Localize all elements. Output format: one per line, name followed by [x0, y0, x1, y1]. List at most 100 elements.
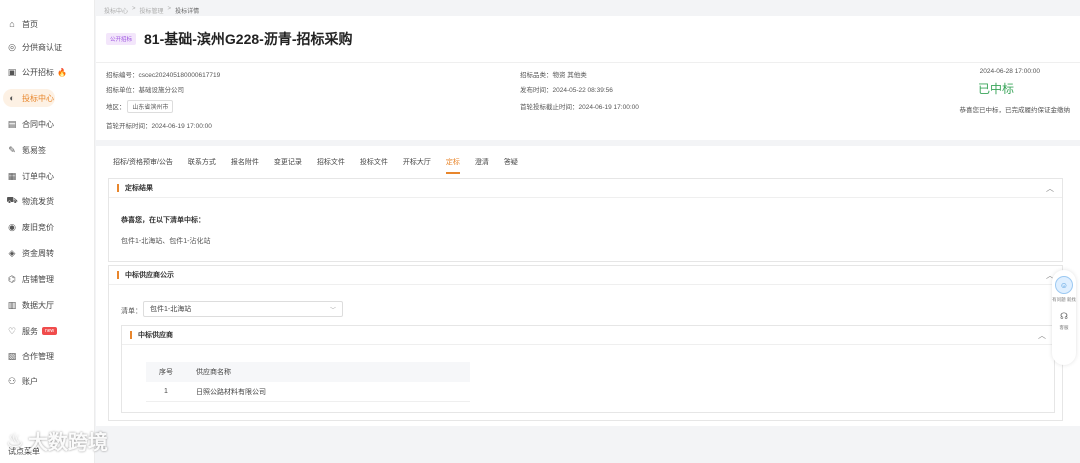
assistant-avatar-icon[interactable]: ☺ [1055, 276, 1073, 294]
sidebar-item-label: 氪易签 [22, 145, 46, 155]
tender-type-tag: 公开招标 [106, 33, 137, 45]
help-text: 客服 [1059, 325, 1069, 330]
sidebar-item-0[interactable]: ⌂ 首页 [0, 14, 95, 34]
tab-8[interactable]: 澄清 [475, 157, 489, 174]
panel-title: 定标结果 [125, 185, 153, 192]
headset-icon[interactable]: ☊ [1060, 311, 1068, 322]
detail-card: 招标/资格预审/公告 联系方式 报名附件 变更记录 招标文件 投标文件 开标大厅 定标 澄清 答疑… [96, 146, 1080, 426]
sidebar-item-10[interactable]: ⌬ 店铺管理 [0, 269, 95, 289]
sidebar-item-11[interactable]: ▥ 数据大厅 [0, 295, 95, 315]
detail-tabs: 招标/资格预审/公告 联系方式 报名附件 变更记录 招标文件 投标文件 开标大厅 定标 澄清 答疑 [113, 157, 533, 174]
fund-icon: ◈ [8, 247, 16, 258]
bid-deadline: 首轮投标截止时间：2024-06-19 17:00:00 [520, 104, 639, 111]
sidebar-item-label: 订单中心 [22, 171, 54, 181]
sidebar-item-2[interactable]: ▣ 公开招标 🔥 [0, 62, 95, 82]
bid-center-icon: ◐ [9, 93, 15, 103]
shop-icon: ⌬ [8, 273, 16, 284]
sidebar-item-label: 合同中心 [22, 119, 54, 129]
winner-supplier-header[interactable]: 中标供应商 ︿ [122, 326, 1054, 345]
region-label: 地区： [106, 104, 126, 111]
tab-9[interactable]: 答疑 [504, 157, 518, 174]
certify-icon: ◎ [8, 41, 16, 52]
title-row: 公开招标 81-基础-滨州G228-沥青-招标采购 [106, 29, 352, 49]
sidebar-item-label: 废旧竞价 [22, 222, 54, 232]
sidebar-item-13[interactable]: ▧ 合作管理 [0, 346, 95, 366]
sidebar-item-12[interactable]: ♡ 服务 new [0, 321, 95, 341]
awarded-packages: 包件1-北海站、包件1-沾化站 [121, 238, 211, 245]
assistant-text: 有问题 就找 [1052, 297, 1076, 302]
sidebar-item-8[interactable]: ◉ 废旧竞价 [0, 217, 95, 237]
table-header: 序号 供应商名称 [146, 362, 470, 382]
region: 地区： 山东省滨州市 [106, 100, 174, 113]
accent-bar [130, 331, 132, 339]
sidebar-item-7[interactable]: ⛟ 物流发货 [0, 191, 95, 211]
list-label: 清单： [121, 308, 142, 315]
sidebar-item-5[interactable]: ✎ 氪易签 [0, 140, 95, 160]
page-title: 81-基础-滨州G228-沥青-招标采购 [144, 31, 353, 47]
accent-bar [117, 184, 119, 192]
tender-unit: 招标单位：基础设施分公司 [106, 87, 184, 94]
tab-1[interactable]: 联系方式 [188, 157, 216, 174]
cell-supplier: 日照公路材料有限公司 [196, 388, 266, 396]
breadcrumb-current: 投标详情 [175, 9, 200, 15]
breadcrumb: 投标中心 > 投标管理 > 投标详情 [104, 6, 199, 15]
truck-icon: ⛟ [6, 195, 18, 205]
accent-bar [117, 271, 119, 279]
sidebar-item-4[interactable]: ▤ 合同中心 [0, 114, 95, 134]
tab-5[interactable]: 投标文件 [360, 157, 388, 174]
tender-category: 招标品类：物资 其他类 [520, 72, 587, 79]
chevron-up-icon[interactable]: ︿ [1046, 183, 1054, 194]
sidebar-item-1[interactable]: ◎ 分供商认证 [0, 37, 95, 57]
breadcrumb-item[interactable]: 投标中心 [104, 6, 128, 15]
breadcrumb-sep: > [132, 6, 136, 12]
tab-7[interactable]: 定标 [445, 157, 460, 174]
watermark-logo-icon: ♨ [6, 430, 24, 452]
sign-icon: ✎ [8, 144, 16, 155]
auction-icon: ◉ [8, 221, 16, 232]
winner-announcement-header[interactable]: 中标供应商公示 ︿ [109, 266, 1062, 285]
watermark: ♨ 大数跨境 [6, 426, 108, 455]
new-badge: new [42, 327, 58, 335]
sidebar-item-14[interactable]: ⚇ 账户 [0, 371, 95, 391]
first-open-time: 首轮开标时间：2024-06-19 17:00:00 [106, 123, 212, 130]
breadcrumb-item[interactable]: 投标管理 [140, 6, 164, 15]
sidebar-item-label: 公开招标 [22, 67, 54, 77]
region-value: 山东省滨州市 [127, 100, 174, 113]
col-index-header: 序号 [159, 369, 173, 376]
sidebar-item-9[interactable]: ◈ 资金周转 [0, 243, 95, 263]
table-row: 1 日照公路材料有限公司 [146, 382, 470, 402]
main-content: 投标中心 > 投标管理 > 投标详情 公开招标 81-基础-滨州G228-沥青-… [96, 0, 1080, 463]
award-status: 已中标 [977, 82, 1014, 96]
tab-0[interactable]: 招标/资格预审/公告 [113, 157, 173, 174]
tender-summary-card: 公开招标 81-基础-滨州G228-沥青-招标采购 招标编号：cscec2024… [96, 16, 1080, 140]
sidebar-item-label: 店铺管理 [22, 274, 54, 284]
supplier-table: 序号 供应商名称 1 日照公路材料有限公司 [146, 362, 470, 402]
sidebar-item-label: 合作管理 [22, 351, 54, 361]
panel-title: 中标供应商公示 [125, 272, 174, 279]
floating-help-widget[interactable]: ☺ 有问题 就找 ☊ 客服 [1052, 270, 1076, 365]
home-icon: ⌂ [9, 19, 15, 29]
sidebar-item-3[interactable]: ◐ 投标中心 [0, 88, 95, 108]
tab-6[interactable]: 开标大厅 [403, 157, 431, 174]
sidebar-item-6[interactable]: ▦ 订单中心 [0, 166, 95, 186]
winner-announcement-panel: 中标供应商公示 ︿ 清单： 包件1-北海站 ﹀ 中标供应商 ︿ 序号 供应商名称 [108, 265, 1063, 421]
tab-4[interactable]: 招标文件 [317, 157, 345, 174]
panel-title: 中标供应商 [138, 332, 173, 339]
tab-3[interactable]: 变更记录 [274, 157, 302, 174]
sidebar-item-label: 资金周转 [22, 248, 54, 258]
data-icon: ▥ [7, 299, 17, 310]
publish-time: 发布时间：2024-05-22 08:39:56 [520, 87, 613, 94]
sidebar-item-label: 数据大厅 [22, 300, 54, 310]
award-result-panel: 定标结果 ︿ 恭喜您，在以下清单中标： 包件1-北海站、包件1-沾化站 [108, 178, 1063, 262]
sidebar-item-label: 投标中心 [22, 93, 54, 103]
package-select[interactable]: 包件1-北海站 ﹀ [143, 301, 343, 317]
tab-2[interactable]: 报名附件 [231, 157, 259, 174]
sidebar: ⌂ 首页 ◎ 分供商认证 ▣ 公开招标 🔥 ◐ 投标中心 ▤ 合同中心 ✎ 氪易签 ▦ 订单中心 ⛟ 物流发货 ◉… [0, 0, 95, 463]
contract-icon: ▤ [7, 118, 17, 129]
col-supplier-header: 供应商名称 [196, 369, 231, 376]
award-result-header[interactable]: 定标结果 ︿ [109, 179, 1062, 198]
congrats-text: 恭喜您，在以下清单中标： [121, 217, 205, 224]
chevron-down-icon: ﹀ [329, 308, 336, 314]
award-note: 恭喜您已中标，已完成履约保证金缴纳 [959, 107, 1071, 114]
chevron-up-icon[interactable]: ︿ [1038, 330, 1046, 341]
